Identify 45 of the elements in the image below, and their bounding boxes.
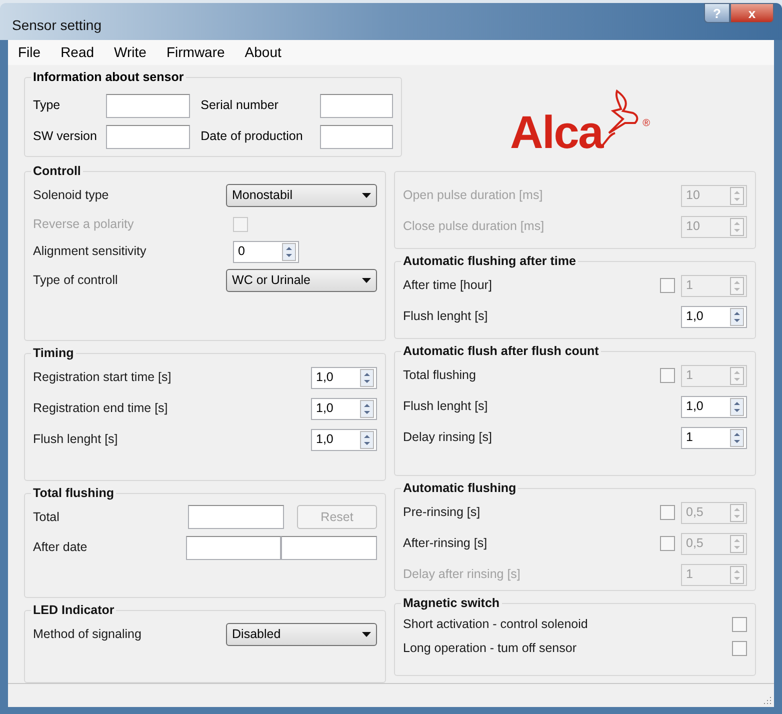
logo-text: Alca [510, 109, 603, 155]
field-label: SW version [33, 128, 98, 146]
spin-field[interactable]: 1,0 [681, 306, 747, 328]
field-label: Delay rinsing [s] [403, 429, 492, 446]
menu-item[interactable]: About [244, 42, 282, 63]
field-label: Solenoid type [33, 188, 109, 202]
field-label: After date [33, 540, 88, 554]
field-label: Flush lenght [s] [403, 398, 488, 416]
field-label: Flush lenght [s] [33, 431, 118, 448]
menu-item[interactable]: Firmware [166, 42, 225, 63]
field-label: Date of production [200, 128, 304, 146]
spin-field[interactable]: 1,0 [681, 396, 747, 418]
field-label: Type of controll [33, 273, 118, 288]
field-label: After time [hour] [403, 277, 492, 294]
field-label: Close pulse duration [ms] [403, 218, 544, 236]
field-label: Flush lenght [s] [403, 308, 488, 326]
menu-item[interactable]: Write [114, 42, 146, 63]
dropdown[interactable]: Disabled [226, 623, 377, 646]
field-label: Long operation - tum off sensor [403, 640, 576, 657]
field-label: Total flushing [403, 367, 476, 384]
dropdown[interactable]: Monostabil [226, 184, 377, 207]
spin-field[interactable]: 1 [681, 426, 747, 448]
field-label: After-rinsing [s] [403, 535, 488, 552]
field-label: Type [33, 97, 62, 114]
spin-field[interactable]: 1,0 [311, 428, 377, 450]
window-title: Sensor setting [12, 16, 102, 35]
field-label: Total [33, 510, 60, 524]
field-label: Reverse a polarity [33, 217, 134, 232]
field-label: Short activation - control solenoid [403, 616, 588, 633]
field-label: Serial number [200, 97, 280, 114]
registered-mark: ® [642, 117, 650, 131]
menu-item[interactable]: File [18, 42, 41, 63]
field-label: Open pulse duration [ms] [403, 187, 543, 204]
spin-field[interactable]: 0 [233, 240, 299, 262]
field-label: Alignment sensitivity [33, 244, 146, 258]
field-label: Method of signaling [33, 627, 142, 642]
spin-field[interactable]: 1,0 [311, 366, 377, 388]
menu-item[interactable]: Read [60, 42, 94, 63]
close-button[interactable]: x [730, 3, 774, 23]
spin-field[interactable]: 1,0 [311, 398, 377, 420]
dropdown[interactable]: WC or Urinale [226, 269, 377, 292]
field-label: Registration start time [s] [33, 369, 172, 386]
field-label: Registration end time [s] [33, 400, 168, 418]
field-label: Delay after rinsing [s] [403, 566, 520, 584]
field-label: Pre-rinsing [s] [403, 504, 480, 522]
